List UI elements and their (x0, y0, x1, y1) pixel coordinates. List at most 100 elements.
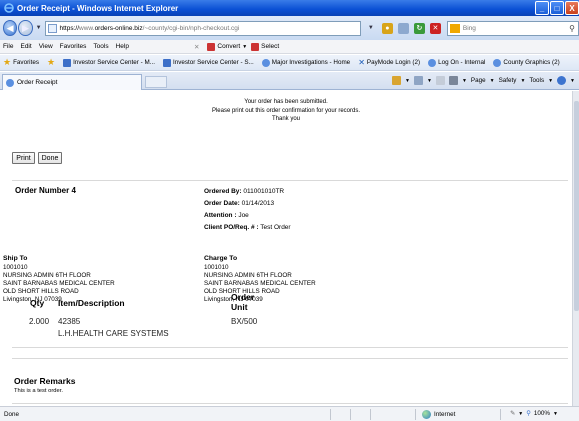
favorite-link-label: County Graphics (2) (503, 59, 560, 66)
refresh-icon[interactable]: ↻ (413, 22, 425, 34)
select-label: Select (261, 43, 280, 50)
stop-icon[interactable]: ✕ (429, 22, 441, 34)
divider (12, 403, 568, 404)
notice-line: Your order has been submitted. (244, 99, 328, 105)
ship-to-line: NURSING ADMIN 6TH FLOOR (3, 272, 91, 279)
menu-edit[interactable]: Edit (20, 43, 31, 50)
menu-tools[interactable]: Tools (93, 43, 108, 50)
maximize-button[interactable]: □ (550, 1, 564, 15)
order-remarks-header: Order Remarks (14, 376, 76, 386)
address-dropdown-icon[interactable]: ▼ (368, 25, 374, 31)
mail-icon[interactable] (435, 76, 445, 85)
ie-page-icon (428, 58, 437, 67)
order-number-value: 4 (71, 186, 76, 195)
qty-column-header: Qty (30, 298, 45, 308)
order-number: Order Number 4 (15, 186, 76, 195)
protected-dropdown-icon: ▼ (518, 410, 524, 417)
back-button[interactable]: ◀ (3, 20, 18, 36)
item-column-header: Item/Description (58, 298, 125, 308)
status-bar: Done Internet ✎ ▼ ⚲ 100% ▼ (0, 406, 579, 421)
favorite-link[interactable]: Major Investigations - Home (261, 58, 350, 67)
safety-dropdown-icon[interactable]: ▼ (520, 78, 525, 84)
tab-strip: Order Receipt ▼ ▼ ▼ Page ▼ Safety ▼ Tool… (0, 72, 579, 90)
favorite-link[interactable]: County Graphics (2) (493, 58, 560, 67)
page-dropdown-icon[interactable]: ▼ (490, 78, 495, 84)
favorites-label: Favorites (13, 59, 39, 66)
print-icon[interactable] (448, 76, 458, 85)
convert-button[interactable]: Convert ▼ (207, 42, 247, 51)
row-item: 42385 (58, 317, 81, 326)
ie-page-icon (261, 58, 270, 67)
search-icon[interactable]: ⚲ (569, 24, 575, 33)
divider (12, 180, 568, 181)
charge-to-header: Charge To (204, 255, 238, 262)
page-icon (47, 23, 57, 33)
search-input[interactable]: Bing ⚲ (446, 20, 579, 36)
print-dropdown-icon[interactable]: ▼ (462, 78, 467, 84)
vertical-scrollbar[interactable] (572, 91, 579, 406)
order-date-label: Order Date: (204, 200, 240, 207)
security-zone[interactable]: Internet (422, 410, 455, 419)
forward-button[interactable]: ▶ (18, 20, 33, 36)
tab-label: Order Receipt (17, 79, 58, 86)
attention-value: Joe (238, 212, 249, 219)
internet-explorer-icon (4, 3, 14, 13)
safety-menu[interactable]: Safety (499, 77, 517, 84)
help-dropdown-icon[interactable]: ▼ (570, 78, 575, 84)
feeds-dropdown-icon[interactable]: ▼ (427, 78, 432, 84)
order-remarks-text: This is a test order. (14, 388, 63, 394)
zoom-level: 100% (533, 410, 550, 417)
history-dropdown-icon[interactable]: ▼ (36, 25, 42, 31)
minimize-button[interactable]: _ (535, 1, 549, 15)
help-icon[interactable] (557, 76, 567, 85)
favorite-link[interactable]: Investor Service Center - M... (63, 58, 155, 67)
tools-dropdown-icon[interactable]: ▼ (548, 78, 553, 84)
new-tab-button[interactable] (145, 76, 167, 88)
zone-label: Internet (434, 411, 456, 418)
close-button[interactable]: X (565, 1, 579, 15)
lock-icon[interactable]: ● (381, 22, 393, 34)
favorite-link[interactable]: ✕ PayMode Login (2) (358, 58, 420, 67)
tab-order-receipt[interactable]: Order Receipt (2, 74, 142, 90)
menu-help[interactable]: Help (116, 43, 129, 50)
print-button[interactable]: Print (12, 152, 35, 164)
favorites-star-icon: ★ (3, 57, 12, 67)
scrollbar-thumb[interactable] (574, 101, 579, 311)
compatibility-icon[interactable] (397, 22, 409, 34)
ship-to-header: Ship To (3, 255, 28, 262)
page-menu[interactable]: Page (471, 77, 486, 84)
favorites-button[interactable]: ★ Favorites (3, 57, 39, 68)
notice-line: Please print out this order confirmation… (211, 107, 361, 114)
zoom-control[interactable]: ✎ ▼ ⚲ 100% ▼ (510, 410, 558, 417)
feeds-icon[interactable] (414, 76, 423, 85)
ship-to-line: OLD SHORT HILLS ROAD (3, 288, 79, 295)
toolbar-close-icon[interactable]: ✕ (194, 43, 199, 51)
page-content: Your order has been submitted. Please pr… (0, 91, 572, 406)
charge-to-line: Livingston, NJ 07039 (204, 296, 263, 303)
url-path: /~county/cgi-bin/nph-checkout.cgi (142, 24, 240, 32)
charge-to-line: 1001010 (204, 264, 229, 271)
favorite-link[interactable]: Log On - Internal (428, 58, 485, 67)
menu-view[interactable]: View (39, 43, 53, 50)
favorite-link-label: PayMode Login (2) (366, 59, 421, 66)
forward-arrow-icon: ▶ (21, 22, 29, 33)
favorite-link[interactable]: Investor Service Center - S... (162, 58, 254, 67)
menu-file[interactable]: File (3, 43, 13, 50)
client-po-value: Test Order (260, 224, 291, 231)
unit-column-header-line2: Unit (231, 302, 248, 312)
window-title-bar[interactable]: Order Receipt - Windows Internet Explore… (0, 0, 579, 16)
tools-menu[interactable]: Tools (529, 77, 544, 84)
paymode-icon: ✕ (358, 58, 365, 67)
address-input[interactable]: https://www. orders-online.biz/~county/cg… (44, 20, 361, 36)
client-po-label: Client PO/Req. # : (204, 224, 259, 231)
menu-favorites[interactable]: Favorites (60, 43, 87, 50)
select-button[interactable]: Select (251, 42, 280, 51)
home-icon[interactable] (392, 76, 402, 85)
order-details: Ordered By: 011001010TR Order Date: 01/1… (204, 186, 291, 234)
home-dropdown-icon[interactable]: ▼ (405, 78, 410, 84)
row-qty: 2.000 (29, 317, 50, 326)
navigation-bar: ◀ ▶ ▼ https://www. orders-online.biz/~cou… (0, 16, 579, 40)
add-favorites-icon[interactable]: ★ (47, 57, 55, 68)
done-button[interactable]: Done (38, 152, 62, 164)
internet-globe-icon (422, 410, 431, 419)
